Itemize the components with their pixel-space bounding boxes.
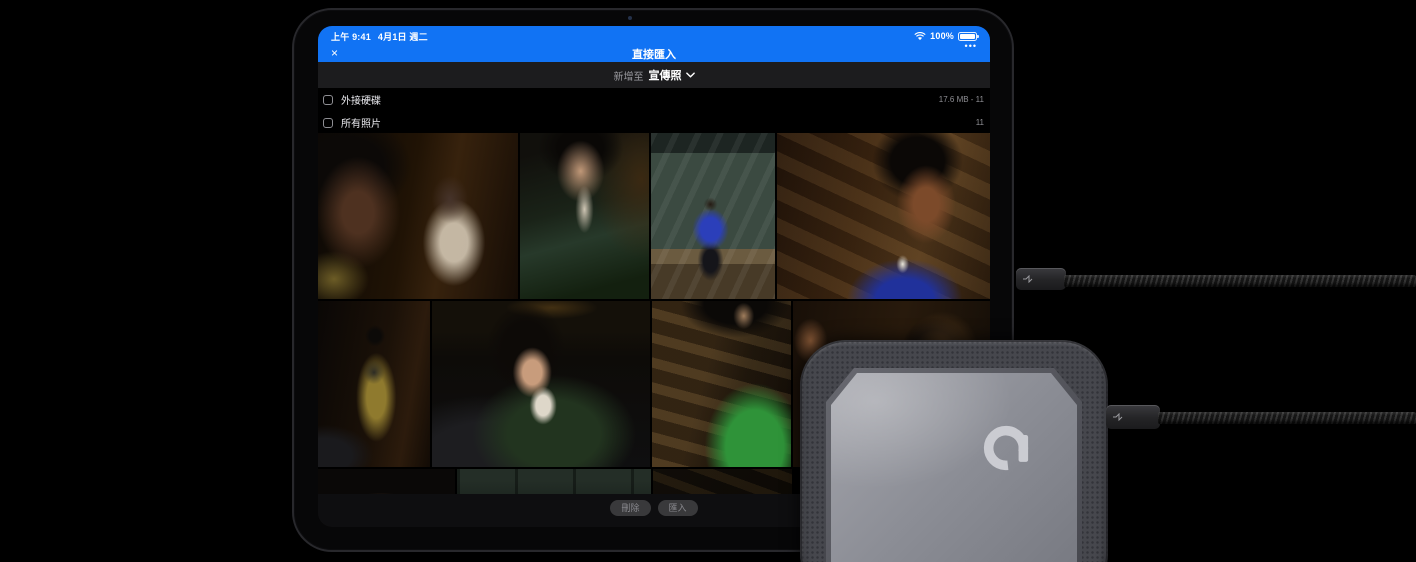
source-meta: 11 [976, 118, 984, 127]
thunderbolt-icon [1113, 413, 1123, 421]
cable-braid [1158, 412, 1416, 424]
checkbox-all-photos[interactable] [323, 118, 333, 128]
g-logo [980, 422, 1032, 474]
cable-braid [1064, 275, 1416, 287]
battery-percent: 100% [930, 31, 954, 41]
photo-thumbnail-r1c3[interactable] [651, 133, 775, 299]
photo-thumbnail-r2c3[interactable] [652, 301, 791, 467]
source-label: 外接硬碟 [341, 92, 381, 107]
status-time: 上午 9:41 [331, 30, 371, 43]
status-date: 4月1日 週二 [378, 30, 428, 43]
drive-plate-bevel [826, 368, 1082, 562]
nav-bar: × 直接匯入 ••• [318, 44, 990, 64]
album-name: 宣傳照 [649, 67, 682, 83]
thunderbolt-icon [1023, 275, 1033, 283]
usb-c-connector [1016, 268, 1066, 290]
source-row-all-photos[interactable]: 所有照片 11 [318, 111, 990, 134]
chevron-down-icon [686, 72, 695, 78]
drive-plate [831, 373, 1077, 562]
battery-icon [958, 32, 977, 41]
source-label: 所有照片 [341, 115, 381, 130]
photo-thumbnail-r2c2[interactable] [432, 301, 650, 467]
import-button[interactable]: 匯入 [658, 500, 698, 516]
external-ssd-drive [800, 340, 1108, 562]
stage: 上午 9:41 4月1日 週二 100% × [0, 0, 1416, 562]
checkbox-external-drive[interactable] [323, 95, 333, 105]
add-to-label: 新增至 [614, 68, 644, 83]
photo-thumbnail-r1c4[interactable] [777, 133, 990, 299]
source-list: 外接硬碟 17.6 MB - 11 所有照片 11 [318, 88, 990, 134]
header: 上午 9:41 4月1日 週二 100% × [318, 26, 990, 62]
photo-thumbnail-r1c2[interactable] [520, 133, 649, 299]
album-selector[interactable]: 宣傳照 [649, 67, 695, 83]
source-row-external-drive[interactable]: 外接硬碟 17.6 MB - 11 [318, 88, 990, 111]
usb-c-connector [1106, 405, 1160, 429]
add-to-toolbar: 新增至 宣傳照 [318, 62, 990, 88]
delete-button[interactable]: 刪除 [610, 500, 650, 516]
photo-thumbnail-r1c1[interactable] [318, 133, 518, 299]
more-button[interactable]: ••• [965, 41, 977, 51]
front-camera [628, 16, 632, 20]
wifi-icon [914, 32, 926, 41]
page-title: 直接匯入 [318, 46, 990, 62]
status-bar: 上午 9:41 4月1日 週二 100% [318, 26, 990, 44]
source-meta: 17.6 MB - 11 [939, 95, 984, 104]
photo-thumbnail-r2c1[interactable] [318, 301, 430, 467]
